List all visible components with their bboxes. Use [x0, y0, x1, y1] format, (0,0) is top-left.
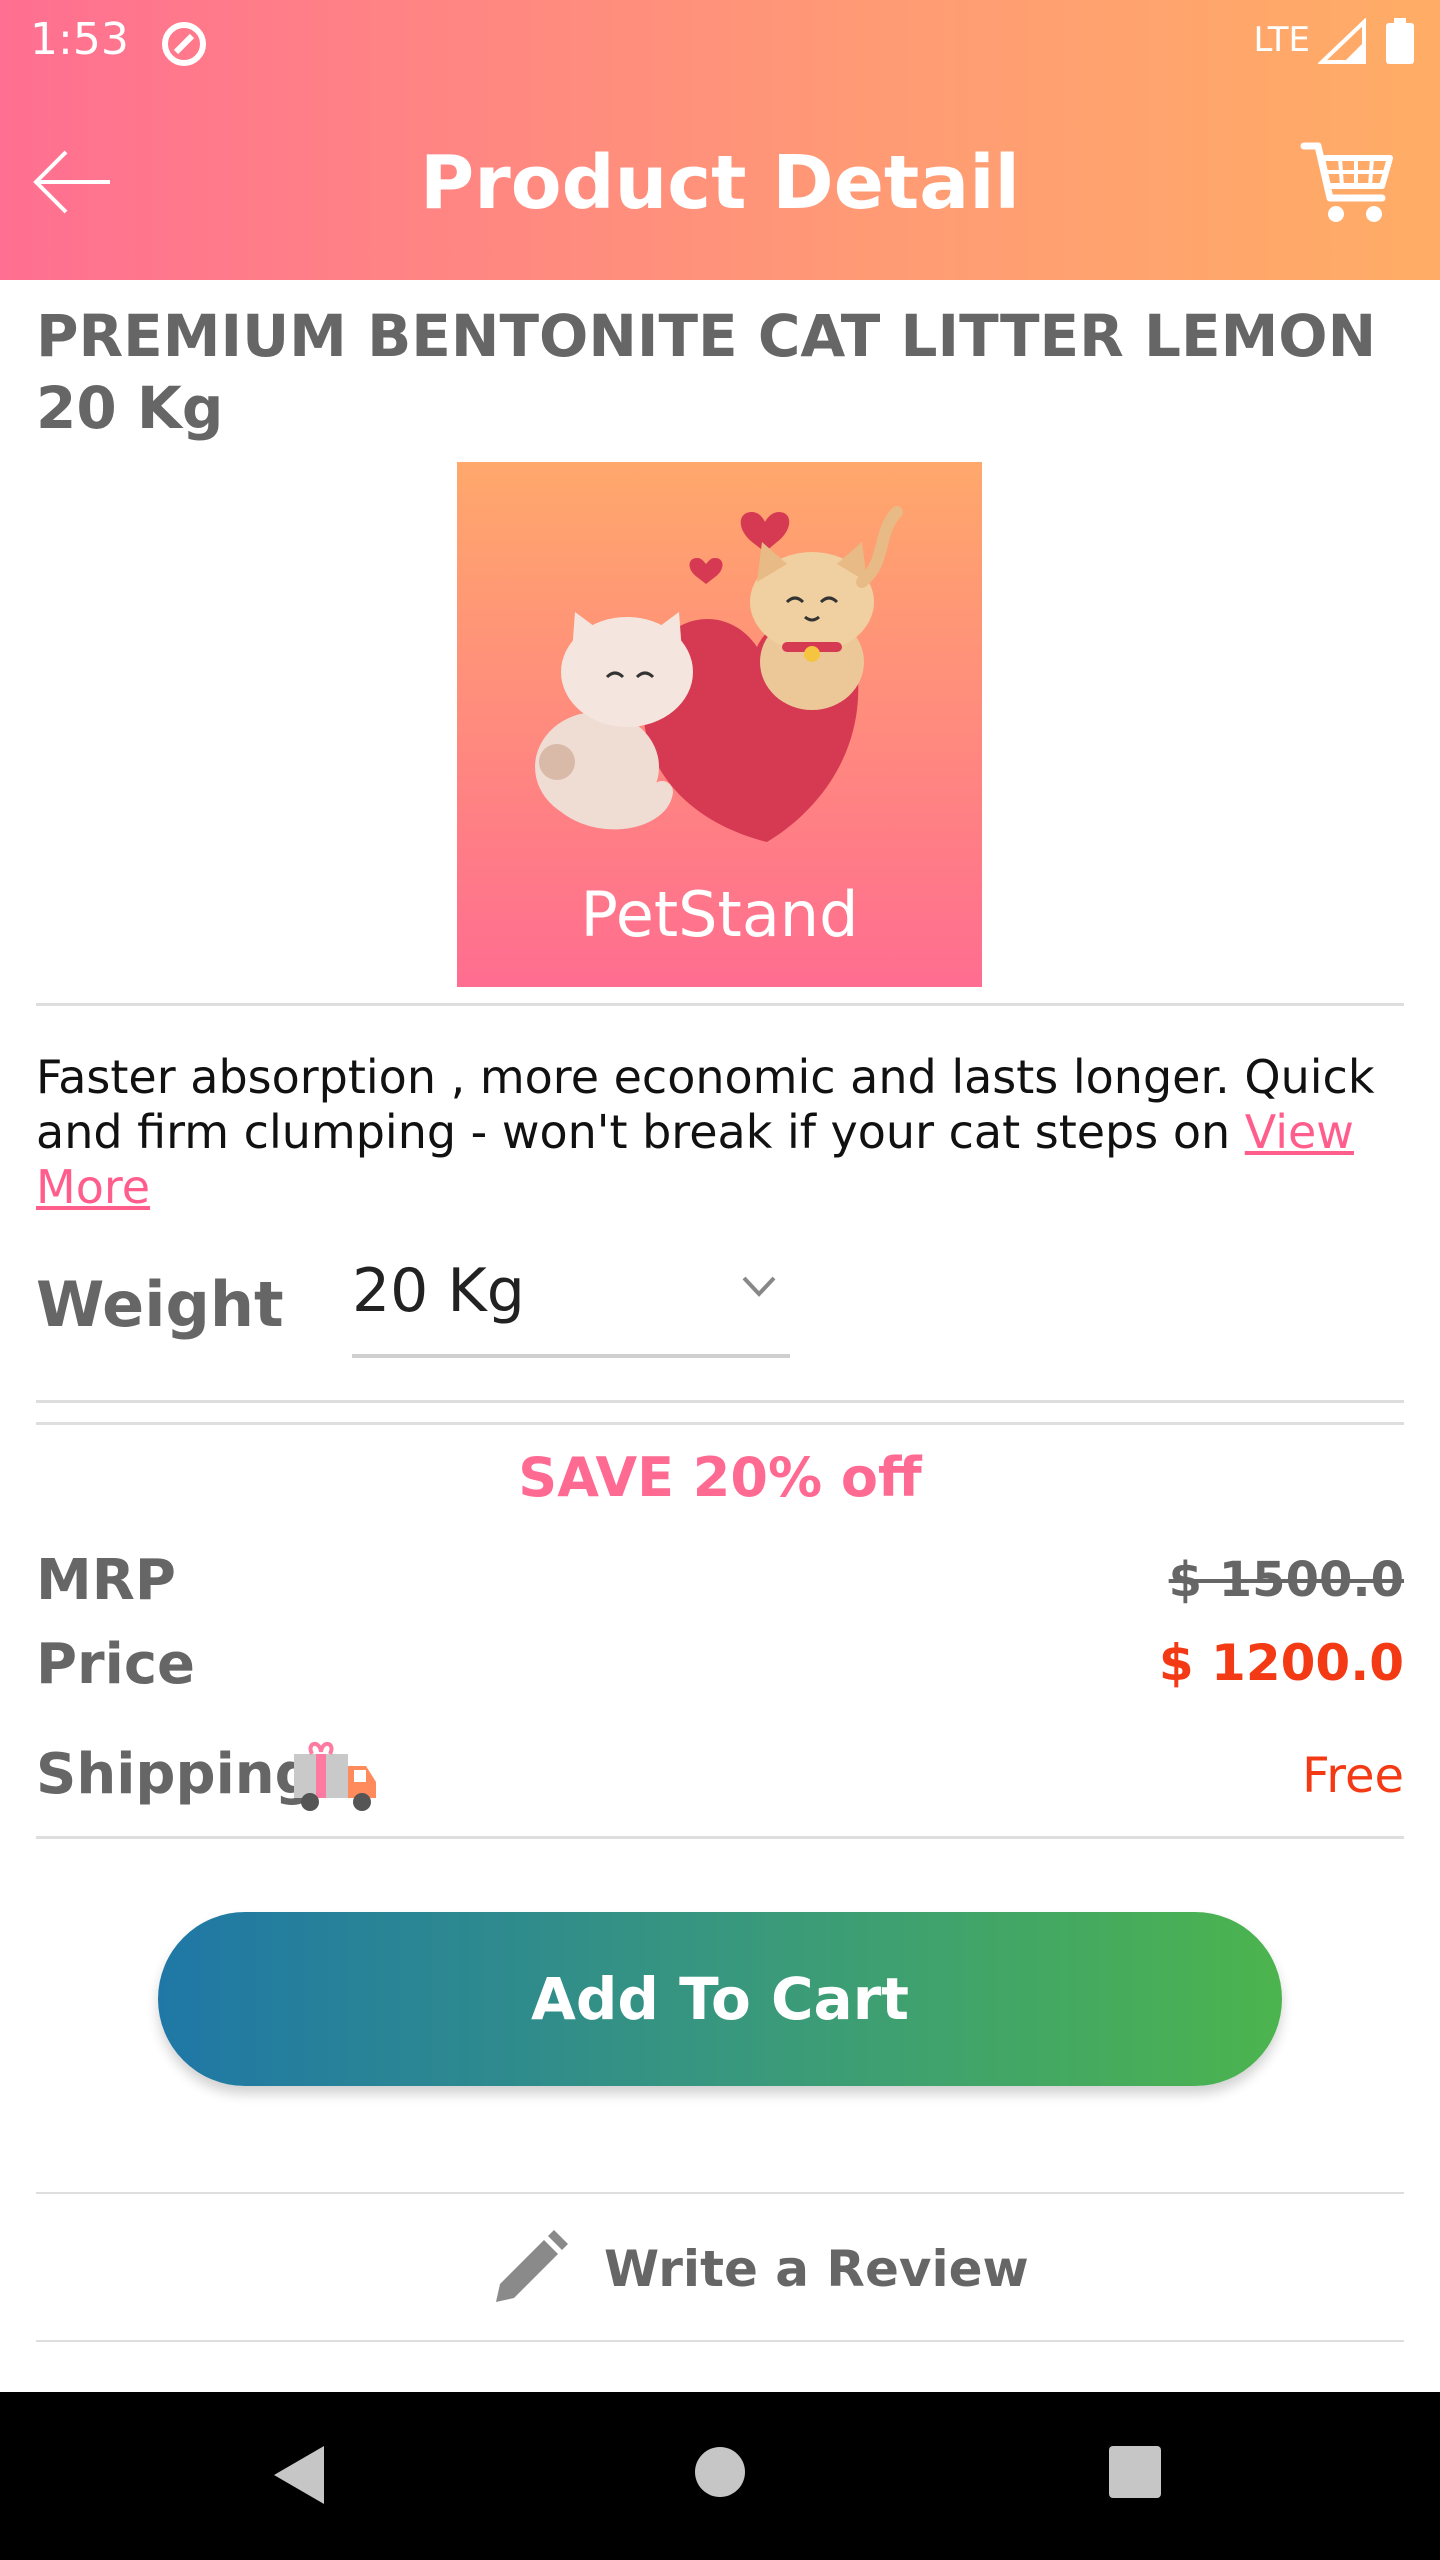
divider — [36, 1422, 1404, 1425]
product-description: Faster absorption , more economic and la… — [36, 1050, 1404, 1215]
signal-icon — [1318, 18, 1366, 64]
app-header: 1:53 LTE Product Detail — [0, 0, 1440, 280]
weight-selected-value: 20 Kg — [352, 1256, 525, 1326]
nav-home-icon[interactable] — [694, 2446, 746, 2498]
product-image[interactable]: PetStand — [457, 462, 982, 987]
network-type: LTE — [1253, 20, 1310, 60]
divider — [36, 1836, 1404, 1839]
shipping-label: Shipping — [36, 1742, 315, 1807]
write-review-label: Write a Review — [604, 2240, 1029, 2298]
status-bar: 1:53 LTE — [0, 0, 1440, 86]
mrp-label: MRP — [36, 1548, 176, 1613]
description-text: Faster absorption , more economic and la… — [36, 1050, 1375, 1159]
price-label: Price — [36, 1632, 196, 1697]
add-to-cart-button[interactable]: Add To Cart — [158, 1912, 1282, 2086]
price-value: $ 1200.0 — [1158, 1634, 1404, 1692]
pencil-icon — [496, 2230, 568, 2302]
weight-dropdown[interactable]: 20 Kg — [352, 1236, 790, 1358]
system-nav-bar — [0, 2392, 1440, 2560]
battery-icon — [1386, 18, 1414, 64]
nav-back-icon[interactable] — [270, 2442, 328, 2508]
mrp-value: $ 1500.0 — [1168, 1552, 1404, 1608]
cats-heart-illustration — [535, 506, 903, 842]
status-time: 1:53 — [30, 14, 129, 65]
discount-badge: SAVE 20% off — [518, 1446, 922, 1509]
nav-recents-icon[interactable] — [1108, 2444, 1162, 2500]
divider — [36, 1003, 1404, 1006]
write-review-button[interactable]: Write a Review — [0, 2194, 1440, 2342]
chevron-down-icon — [742, 1276, 776, 1297]
page-title: Product Detail — [420, 140, 1020, 226]
data-saver-icon — [162, 22, 206, 66]
delivery-truck-icon — [294, 1742, 376, 1811]
divider — [36, 1400, 1404, 1403]
weight-label: Weight — [36, 1268, 284, 1341]
divider — [36, 2340, 1404, 2342]
shopping-cart-icon[interactable] — [1300, 138, 1396, 228]
brand-name: PetStand — [580, 878, 859, 951]
product-title: PREMIUM BENTONITE CAT LITTER LEMON 20 Kg — [36, 302, 1377, 442]
shipping-value: Free — [1302, 1748, 1404, 1804]
